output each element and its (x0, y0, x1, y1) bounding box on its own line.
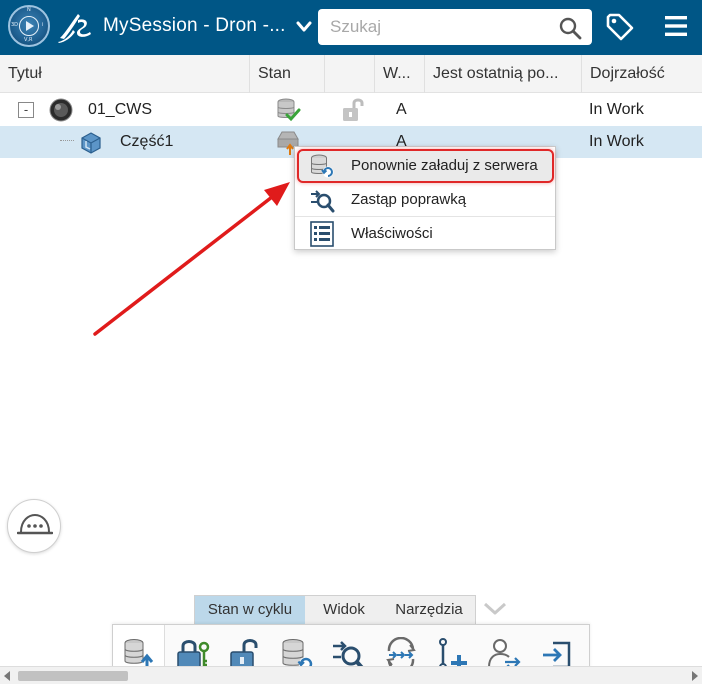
column-header-revision[interactable]: W... (375, 55, 425, 93)
menu-item-properties[interactable]: Właściwości (295, 217, 555, 251)
search-box (318, 9, 592, 45)
tab-lifecycle[interactable]: Stan w cyklu (195, 596, 305, 624)
row-revision: A (396, 101, 407, 118)
scrollbar-thumb[interactable] (18, 671, 128, 681)
3ds-logo-icon (58, 14, 91, 43)
part-icon (81, 132, 101, 154)
action-bar-tabs: Stan w cyklu Widok Narzędzia (194, 595, 476, 625)
app-window: N 3D i V,R MySession - Dron -... Szukaj … (0, 0, 702, 684)
compass-letter-top: N (27, 7, 31, 13)
database-check-icon (277, 98, 301, 122)
menu-item-label: Zastąp poprawką (351, 191, 467, 208)
hamburger-menu-icon[interactable] (664, 14, 688, 38)
table-row[interactable]: - 01_CWS A In Work (0, 94, 702, 126)
scroll-left-arrow-icon[interactable] (4, 671, 10, 681)
reload-from-server-icon (311, 154, 334, 178)
column-header-lock[interactable] (325, 55, 375, 93)
scroll-right-arrow-icon[interactable] (692, 671, 698, 681)
column-header-state[interactable]: Stan (250, 55, 325, 93)
compass-letter-bottom: V,R (24, 37, 33, 43)
menu-item-reload-from-server[interactable]: Ponownie załaduj z serwera (297, 149, 554, 183)
horizontal-scrollbar[interactable] (0, 666, 702, 684)
properties-icon (310, 221, 334, 247)
assembly-icon (49, 98, 73, 122)
column-header-title[interactable]: Tytuł (0, 55, 250, 93)
row-title: 01_CWS (88, 101, 153, 118)
tab-tools[interactable]: Narzędzia (383, 596, 475, 624)
row-maturity: In Work (589, 101, 644, 118)
hard-hat-more-button[interactable] (7, 499, 61, 553)
collapse-toggle[interactable]: - (18, 102, 34, 118)
top-bar: N 3D i V,R MySession - Dron -... (0, 0, 702, 55)
tree-connector (60, 140, 74, 141)
chevron-down-icon[interactable] (482, 600, 508, 618)
tag-icon[interactable] (605, 12, 635, 42)
tab-view[interactable]: Widok (305, 596, 383, 624)
column-header-is-latest[interactable]: Jest ostatnią po... (425, 55, 582, 93)
menu-item-replace-revision[interactable]: Zastąp poprawką (295, 183, 555, 217)
3d-compass-icon[interactable]: N 3D i V,R (8, 5, 50, 47)
row-maturity: In Work (589, 133, 644, 150)
menu-item-label: Właściwości (351, 225, 433, 242)
session-title[interactable]: MySession - Dron -... (103, 15, 286, 37)
chevron-down-icon[interactable] (296, 21, 312, 33)
replace-revision-icon (311, 190, 335, 213)
hard-hat-more-icon (17, 513, 53, 535)
column-header-maturity[interactable]: Dojrzałość (582, 55, 702, 93)
table-header: Tytuł Stan W... Jest ostatnią po... Dojr… (0, 55, 702, 93)
search-icon[interactable] (558, 16, 582, 40)
menu-item-label: Ponownie załaduj z serwera (351, 157, 538, 174)
compass-letter-left: 3D (11, 22, 19, 28)
unlock-icon[interactable] (340, 97, 366, 123)
row-title: Część1 (120, 133, 174, 150)
search-input[interactable] (330, 16, 550, 38)
compass-letter-right: i (42, 22, 44, 28)
